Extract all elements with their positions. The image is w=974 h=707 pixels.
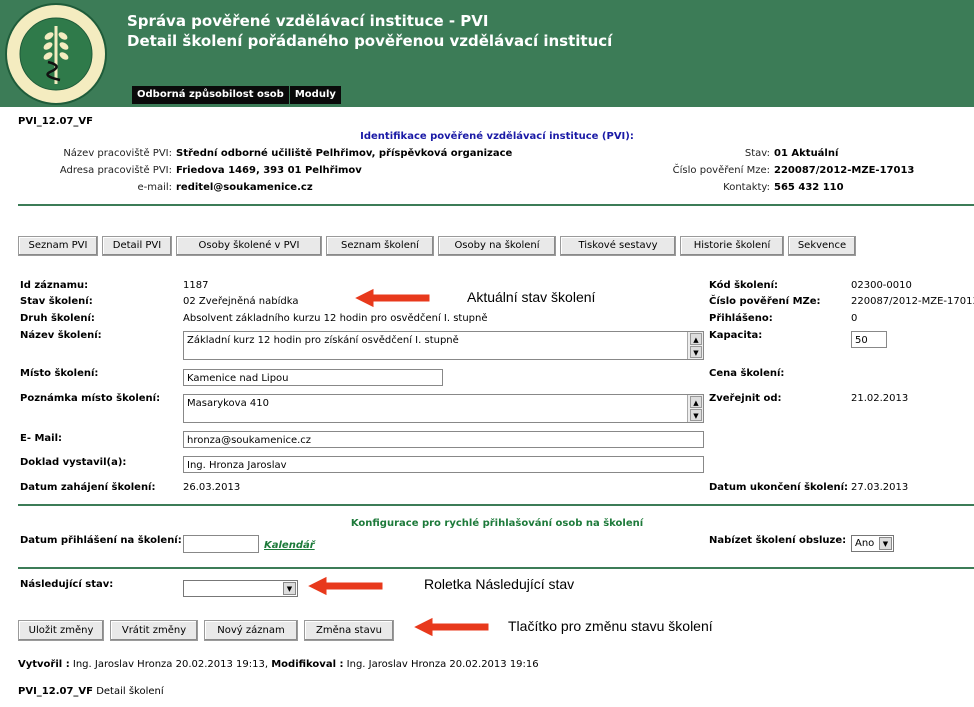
menu-item-moduly[interactable]: Moduly	[290, 86, 342, 104]
modified-label: Modifikoval :	[271, 659, 344, 670]
zahajeni-value: 26.03.2013	[183, 482, 241, 493]
scroll-up-icon[interactable]: ▲	[690, 396, 702, 408]
stav-value: 02 Zveřejněná nabídka	[183, 296, 299, 307]
id-value: 1187	[183, 280, 209, 291]
kod-value: 02300-0010	[851, 280, 912, 291]
chevron-down-icon[interactable]: ▼	[879, 537, 892, 550]
poznamka-scrollbar[interactable]: ▲ ▼	[687, 395, 703, 422]
arrow-left-icon	[413, 617, 489, 637]
page-code: PVI_12.07_VF	[18, 116, 93, 127]
datum-prihlaseni-input[interactable]	[183, 535, 259, 553]
cislo-label: Číslo pověření MZe:	[709, 296, 821, 307]
poznamka-text: Masarykova 410	[187, 398, 269, 409]
nabizet-label: Nabízet školení obsluze:	[709, 535, 847, 546]
pvi-name-label: Název pracoviště PVI:	[63, 148, 172, 159]
pvi-name-value: Střední odborné učiliště Pelhřimov, přís…	[176, 148, 513, 159]
revert-button[interactable]: Vrátit změny	[110, 620, 198, 641]
footer-code-desc: Detail školení	[96, 686, 164, 697]
callout-next-state: Roletka Následující stav	[424, 576, 575, 592]
misto-input[interactable]: Kamenice nad Lipou	[183, 369, 443, 386]
footer-code: PVI_12.07_VF Detail školení	[18, 686, 164, 697]
poznamka-textarea[interactable]: Masarykova 410 ▲ ▼	[183, 394, 704, 423]
cena-label: Cena školení:	[709, 368, 785, 379]
datum-prihlaseni-label: Datum přihlášení na školení:	[20, 535, 182, 546]
main-menu: Odborná způsobilost osob Moduly	[132, 86, 342, 104]
identification-title: Identifikace pověřené vzdělávací institu…	[360, 131, 634, 142]
pvi-address-label: Adresa pracoviště PVI:	[59, 165, 172, 176]
kod-label: Kód školení:	[709, 280, 779, 291]
zverejnit-label: Zveřejnit od:	[709, 393, 782, 404]
pvi-auth-value: 220087/2012-MZE-17013	[774, 165, 915, 176]
pvi-address-value: Friedova 1469, 393 01 Pelhřimov	[176, 165, 362, 176]
arrow-left-icon	[307, 576, 383, 596]
ukonceni-value: 27.03.2013	[851, 482, 909, 493]
tab-seznam-skoleni[interactable]: Seznam školení	[326, 236, 434, 256]
pvi-status-label: Stav:	[744, 148, 770, 159]
tab-detail-pvi[interactable]: Detail PVI	[102, 236, 172, 256]
calendar-link[interactable]: Kalendář	[264, 540, 315, 551]
modified-value: Ing. Jaroslav Hronza 20.02.2013 19:16	[346, 659, 539, 670]
audit-info: Vytvořil : Ing. Jaroslav Hronza 20.02.20…	[18, 659, 539, 670]
tab-seznam-pvi[interactable]: Seznam PVI	[18, 236, 98, 256]
callout-change-button: Tlačítko pro změnu stavu školení	[508, 618, 713, 634]
scroll-down-icon[interactable]: ▼	[690, 409, 702, 421]
app-title: Správa pověřené vzdělávací instituce - P…	[127, 12, 489, 30]
nazev-scrollbar[interactable]: ▲ ▼	[687, 332, 703, 359]
zverejnit-value: 21.02.2013	[851, 393, 909, 404]
srs-logo	[4, 2, 108, 106]
save-button[interactable]: Uložit změny	[18, 620, 104, 641]
kapacita-input[interactable]: 50	[851, 331, 887, 348]
divider	[18, 567, 974, 569]
tab-historie-skoleni[interactable]: Historie školení	[680, 236, 784, 256]
tab-osoby-na-skoleni[interactable]: Osoby na školení	[438, 236, 556, 256]
page-subtitle: Detail školení pořádaného pověřenou vzdě…	[127, 32, 613, 50]
email-label: E- Mail:	[20, 433, 63, 444]
tab-sekvence[interactable]: Sekvence	[788, 236, 856, 256]
next-state-select[interactable]: ▼	[183, 580, 298, 597]
prihlaseno-value: 0	[851, 313, 858, 324]
callout-current-state: Aktuální stav školení	[467, 289, 596, 305]
zahajeni-label: Datum zahájení školení:	[20, 482, 156, 493]
ukonceni-label: Datum ukončení školení:	[709, 482, 849, 493]
scroll-up-icon[interactable]: ▲	[690, 333, 702, 345]
pvi-email-value: reditel@soukamenice.cz	[176, 182, 313, 193]
new-record-button[interactable]: Nový záznam	[204, 620, 298, 641]
nazev-label: Název školení:	[20, 330, 102, 341]
pvi-auth-label: Číslo pověření Mze:	[672, 165, 770, 176]
pvi-contacts-value: 565 432 110	[774, 182, 844, 193]
druh-value: Absolvent základního kurzu 12 hodin pro …	[183, 313, 488, 324]
doklad-input[interactable]: Ing. Hronza Jaroslav	[183, 456, 704, 473]
next-state-label: Následující stav:	[20, 579, 114, 590]
menu-item-odborna-zpusobilost[interactable]: Odborná způsobilost osob	[132, 86, 290, 104]
prihlaseno-label: Přihlášeno:	[709, 313, 773, 324]
arrow-left-icon	[354, 288, 430, 308]
misto-label: Místo školení:	[20, 368, 99, 379]
pvi-contacts-label: Kontakty:	[723, 182, 770, 193]
config-title: Konfigurace pro rychlé přihlašování osob…	[350, 518, 644, 529]
nazev-textarea[interactable]: Základní kurz 12 hodin pro získání osvěd…	[183, 331, 704, 360]
poznamka-label: Poznámka místo školení:	[20, 393, 161, 404]
nabizet-selected: Ano	[855, 538, 875, 549]
druh-label: Druh školení:	[20, 313, 95, 324]
footer-code-id: PVI_12.07_VF	[18, 686, 93, 697]
scroll-down-icon[interactable]: ▼	[690, 346, 702, 358]
doklad-label: Doklad vystavil(a):	[20, 457, 127, 468]
stav-label: Stav školení:	[20, 296, 93, 307]
pvi-email-label: e-mail:	[137, 182, 172, 193]
id-label: Id záznamu:	[20, 280, 89, 291]
change-state-button[interactable]: Změna stavu	[304, 620, 394, 641]
nabizet-select[interactable]: Ano ▼	[851, 535, 894, 552]
created-label: Vytvořil :	[18, 659, 70, 670]
created-value: Ing. Jaroslav Hronza 20.02.2013 19:13,	[72, 659, 269, 670]
pvi-status-value: 01 Aktuální	[774, 148, 839, 159]
cislo-value: 220087/2012-MZE-17013	[851, 296, 974, 307]
nazev-text: Základní kurz 12 hodin pro získání osvěd…	[187, 335, 459, 346]
tab-tiskove-sestavy[interactable]: Tiskové sestavy	[560, 236, 676, 256]
tab-osoby-skolene[interactable]: Osoby školené v PVI	[176, 236, 322, 256]
divider	[18, 204, 974, 206]
divider	[18, 504, 974, 506]
kapacita-label: Kapacita:	[709, 330, 763, 341]
chevron-down-icon[interactable]: ▼	[283, 582, 296, 595]
email-input[interactable]: hronza@soukamenice.cz	[183, 431, 704, 448]
